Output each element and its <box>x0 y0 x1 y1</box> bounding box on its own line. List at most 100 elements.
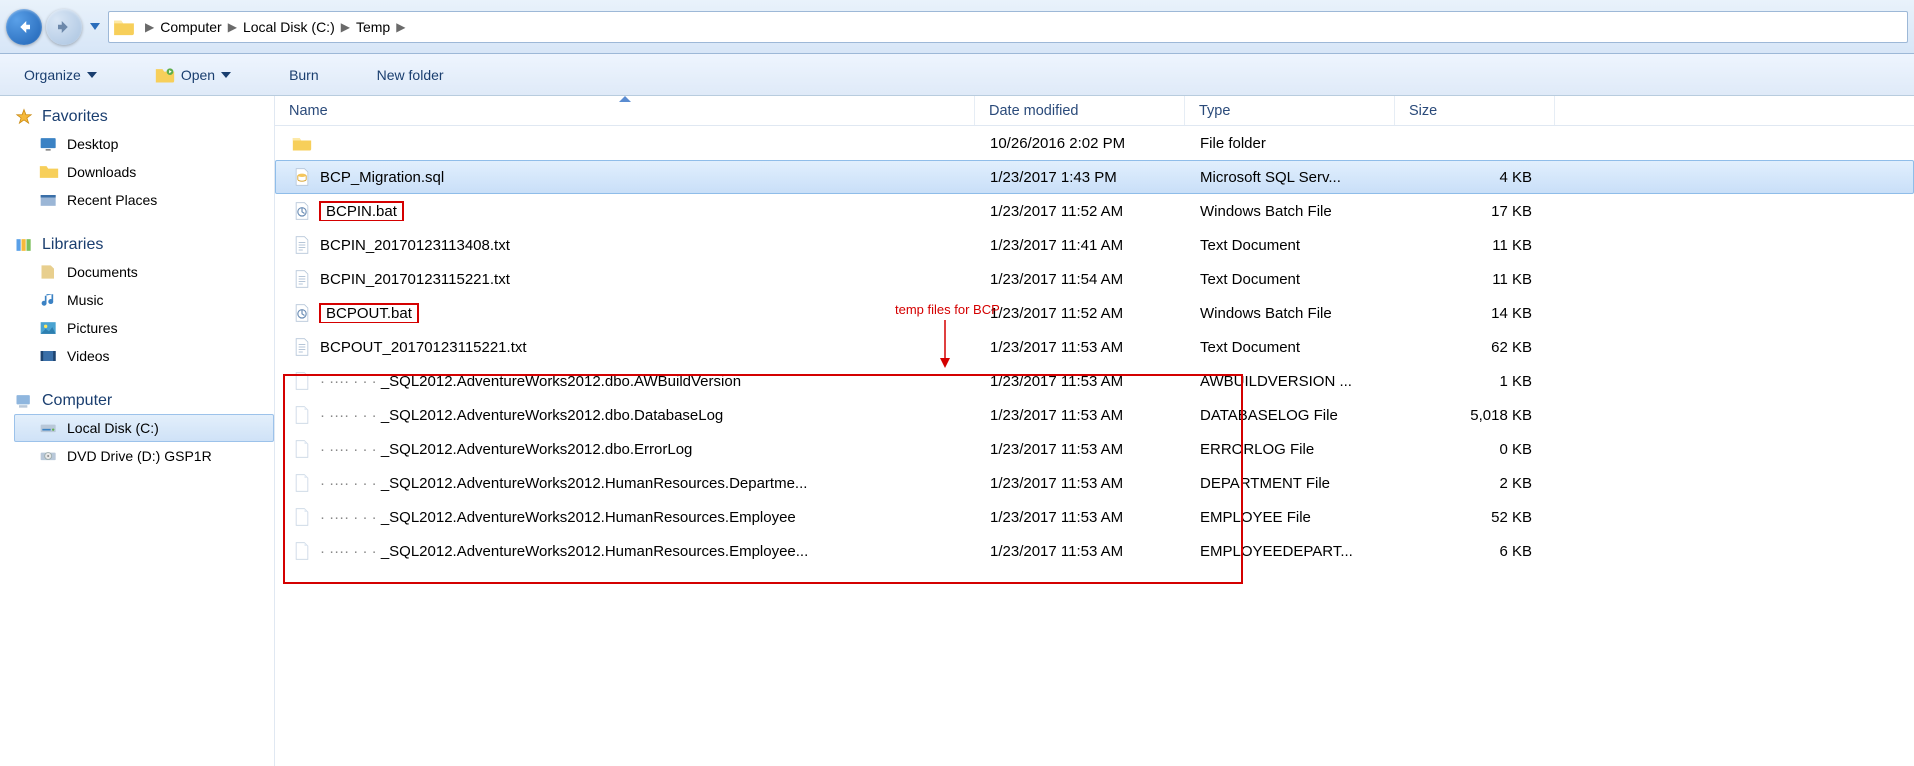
arrow-right-icon <box>55 18 73 36</box>
text-file-icon <box>292 337 312 357</box>
blank-file-icon <box>292 405 312 425</box>
batch-file-icon <box>292 303 312 323</box>
nav-desktop[interactable]: Desktop <box>14 130 274 158</box>
file-date: 1/23/2017 11:53 AM <box>976 407 1186 424</box>
favorites-header[interactable]: Favorites <box>14 104 274 130</box>
organize-button[interactable]: Organize <box>18 63 103 87</box>
col-name[interactable]: Name <box>275 96 975 125</box>
nav-documents[interactable]: Documents <box>14 258 274 286</box>
col-size[interactable]: Size <box>1395 96 1555 125</box>
desktop-icon <box>39 135 59 153</box>
file-size: 4 KB <box>1396 169 1556 186</box>
open-button[interactable]: Open <box>149 61 237 89</box>
recent-locations-dropdown[interactable] <box>90 23 100 30</box>
batch-file-icon <box>292 201 312 221</box>
arrow-left-icon <box>15 18 33 36</box>
folder-icon <box>39 163 59 181</box>
favorites-label: Favorites <box>42 108 108 126</box>
file-size: 11 KB <box>1396 237 1556 254</box>
file-size: 62 KB <box>1396 339 1556 356</box>
file-size: 11 KB <box>1396 271 1556 288</box>
file-row[interactable]: · ···· · · · _SQL2012.AdventureWorks2012… <box>275 500 1914 534</box>
file-row[interactable]: BCPOUT.bat1/23/2017 11:52 AMWindows Batc… <box>275 296 1914 330</box>
file-name: · ···· · · · _SQL2012.AdventureWorks2012… <box>320 475 807 492</box>
address-bar: ▶ Computer ▶ Local Disk (C:) ▶ Temp ▶ <box>0 0 1914 54</box>
file-list-pane: Name Date modified Type Size 10/26/2016 … <box>275 96 1914 766</box>
file-date: 1/23/2017 11:52 AM <box>976 305 1186 322</box>
forward-button[interactable] <box>46 9 82 45</box>
col-type[interactable]: Type <box>1185 96 1395 125</box>
chevron-down-icon <box>221 72 231 78</box>
file-row[interactable]: 10/26/2016 2:02 PMFile folder <box>275 126 1914 160</box>
file-row[interactable]: BCP_Migration.sql1/23/2017 1:43 PMMicros… <box>275 160 1914 194</box>
file-name: · ···· · · · _SQL2012.AdventureWorks2012… <box>320 373 741 390</box>
nav-downloads[interactable]: Downloads <box>14 158 274 186</box>
file-date: 1/23/2017 1:43 PM <box>976 169 1186 186</box>
crumb-folder[interactable]: Temp <box>356 19 390 35</box>
nav-local-disk-c[interactable]: Local Disk (C:) <box>14 414 274 442</box>
star-icon <box>14 108 34 126</box>
libraries-header[interactable]: Libraries <box>14 232 274 258</box>
file-row[interactable]: BCPIN.bat1/23/2017 11:52 AMWindows Batch… <box>275 194 1914 228</box>
file-date: 1/23/2017 11:52 AM <box>976 203 1186 220</box>
file-date: 1/23/2017 11:53 AM <box>976 373 1186 390</box>
sort-asc-icon <box>619 96 631 102</box>
file-row[interactable]: · ···· · · · _SQL2012.AdventureWorks2012… <box>275 364 1914 398</box>
file-row[interactable]: BCPOUT_20170123115221.txt1/23/2017 11:53… <box>275 330 1914 364</box>
file-name: BCPIN_20170123113408.txt <box>320 237 510 254</box>
file-type: DEPARTMENT File <box>1186 475 1396 492</box>
file-row[interactable]: · ···· · · · _SQL2012.AdventureWorks2012… <box>275 398 1914 432</box>
file-name: BCPIN_20170123115221.txt <box>320 271 510 288</box>
chevron-right-icon: ▶ <box>396 20 405 34</box>
libraries-icon <box>14 236 34 254</box>
crumb-drive[interactable]: Local Disk (C:) <box>243 19 335 35</box>
file-type: Windows Batch File <box>1186 203 1396 220</box>
nav-recent-places[interactable]: Recent Places <box>14 186 274 214</box>
file-size: 1 KB <box>1396 373 1556 390</box>
nav-videos[interactable]: Videos <box>14 342 274 370</box>
computer-header[interactable]: Computer <box>14 388 274 414</box>
nav-dvd-drive[interactable]: DVD Drive (D:) GSP1R <box>14 442 274 470</box>
breadcrumb-bar[interactable]: ▶ Computer ▶ Local Disk (C:) ▶ Temp ▶ <box>108 11 1908 43</box>
file-date: 1/23/2017 11:53 AM <box>976 441 1186 458</box>
file-type: Text Document <box>1186 339 1396 356</box>
file-size: 2 KB <box>1396 475 1556 492</box>
blank-file-icon <box>292 439 312 459</box>
file-type: EMPLOYEEDEPART... <box>1186 543 1396 560</box>
nav-item-label: Documents <box>67 264 138 280</box>
file-name: · ···· · · · _SQL2012.AdventureWorks2012… <box>320 441 692 458</box>
chevron-down-icon <box>87 72 97 78</box>
col-type-label: Type <box>1199 103 1230 119</box>
nav-item-label: DVD Drive (D:) GSP1R <box>67 448 212 464</box>
file-row[interactable]: · ···· · · · _SQL2012.AdventureWorks2012… <box>275 432 1914 466</box>
crumb-computer[interactable]: Computer <box>160 19 221 35</box>
file-row[interactable]: BCPIN_20170123115221.txt1/23/2017 11:54 … <box>275 262 1914 296</box>
file-type: Text Document <box>1186 271 1396 288</box>
nav-pictures[interactable]: Pictures <box>14 314 274 342</box>
file-name: BCPOUT.bat <box>320 304 418 323</box>
drive-icon <box>39 419 59 437</box>
file-name: · ···· · · · _SQL2012.AdventureWorks2012… <box>320 509 796 526</box>
col-date[interactable]: Date modified <box>975 96 1185 125</box>
blank-file-icon <box>292 507 312 527</box>
file-row[interactable]: · ···· · · · _SQL2012.AdventureWorks2012… <box>275 534 1914 568</box>
column-headers: Name Date modified Type Size <box>275 96 1914 126</box>
toolbar: Organize Open Burn New folder <box>0 54 1914 96</box>
file-name: · ···· · · · _SQL2012.AdventureWorks2012… <box>320 407 723 424</box>
back-button[interactable] <box>6 9 42 45</box>
burn-button[interactable]: Burn <box>283 63 325 87</box>
file-type: File folder <box>1186 135 1396 152</box>
file-size: 6 KB <box>1396 543 1556 560</box>
file-row[interactable]: · ···· · · · _SQL2012.AdventureWorks2012… <box>275 466 1914 500</box>
file-rows: 10/26/2016 2:02 PMFile folderBCP_Migrati… <box>275 126 1914 568</box>
file-date: 1/23/2017 11:53 AM <box>976 475 1186 492</box>
file-type: ERRORLOG File <box>1186 441 1396 458</box>
blank-file-icon <box>292 473 312 493</box>
file-type: Text Document <box>1186 237 1396 254</box>
nav-music[interactable]: Music <box>14 286 274 314</box>
new-folder-button[interactable]: New folder <box>371 63 450 87</box>
col-size-label: Size <box>1409 103 1437 119</box>
col-date-label: Date modified <box>989 103 1078 119</box>
file-row[interactable]: BCPIN_20170123113408.txt1/23/2017 11:41 … <box>275 228 1914 262</box>
nav-item-label: Downloads <box>67 164 136 180</box>
